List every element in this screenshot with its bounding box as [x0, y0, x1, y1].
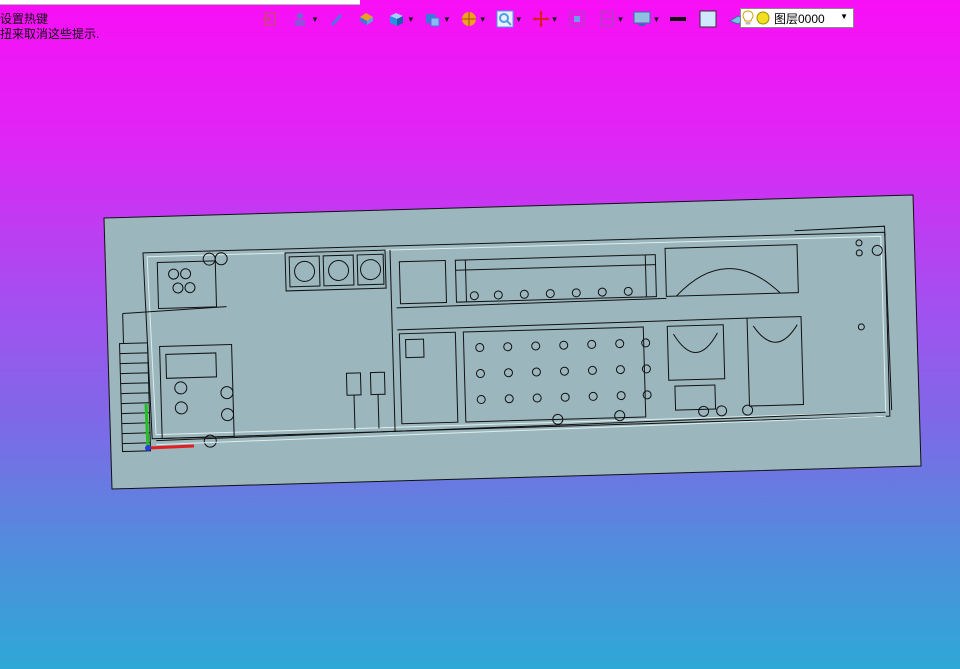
floor-plan-drawing	[103, 194, 922, 490]
drawing-canvas[interactable]	[0, 0, 960, 669]
